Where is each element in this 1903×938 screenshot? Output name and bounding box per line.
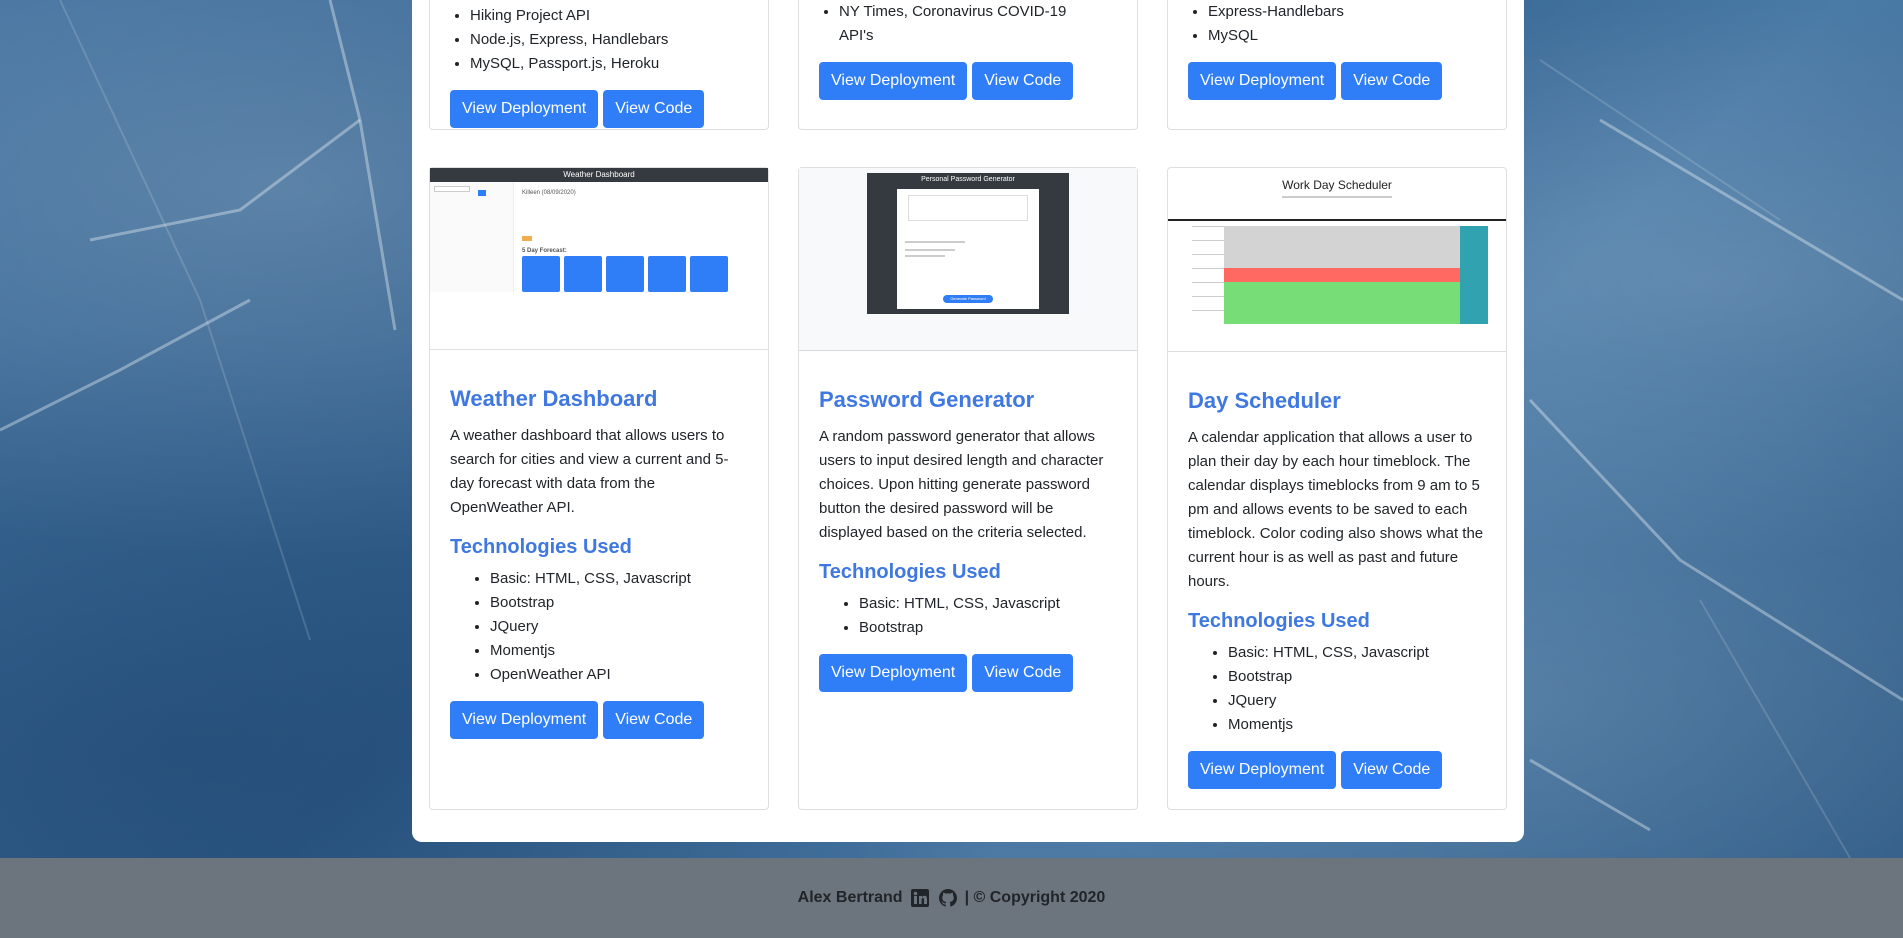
password-thumbnail[interactable]: Personal Password Generator Generate Pas…	[799, 168, 1137, 351]
card-title: Weather Dashboard	[450, 386, 658, 411]
card-title: Day Scheduler	[1188, 388, 1341, 413]
tech-heading: Technologies Used	[450, 536, 632, 558]
project-card-password: Personal Password Generator Generate Pas…	[798, 167, 1138, 810]
thumb-header: Weather Dashboard	[430, 168, 768, 182]
tech-item: Basic: HTML, CSS, Javascript	[1228, 641, 1486, 665]
footer-name: Alex Bertrand	[797, 889, 903, 906]
tech-item: Momentjs	[1228, 713, 1486, 737]
scheduler-thumbnail[interactable]: Work Day Scheduler	[1168, 168, 1506, 352]
tech-item: Node.js, Express, Handlebars	[470, 28, 768, 52]
card-description: A weather dashboard that allows users to…	[450, 427, 729, 516]
view-code-button[interactable]: View Code	[1341, 751, 1443, 789]
weather-thumbnail[interactable]: Weather Dashboard Killeen (08/09/2020) 5…	[430, 168, 768, 350]
thumb-forecast-card	[648, 256, 686, 292]
footer-copyright: | © Copyright 2020	[964, 889, 1106, 906]
tech-item: Bootstrap	[859, 616, 1117, 640]
project-card-top-3: Express-Handlebars MySQL View Deployment…	[1167, 0, 1507, 130]
tech-item: MySQL, Passport.js, Heroku	[470, 52, 768, 76]
view-code-button[interactable]: View Code	[972, 654, 1074, 692]
thumb-sidebar	[430, 182, 514, 292]
thumb-generate-button: Generate Password	[943, 295, 993, 303]
tech-heading: Technologies Used	[819, 561, 1001, 583]
tech-list: Basic: HTML, CSS, Javascript Bootstrap J…	[450, 567, 748, 687]
thumb-window: Personal Password Generator Generate Pas…	[867, 173, 1069, 314]
thumb-forecast: 5 Day Forecast:	[522, 248, 567, 254]
view-deployment-button[interactable]: View Deployment	[1188, 751, 1337, 789]
footer: Alex Bertrand | © Copyright 2020	[0, 858, 1903, 938]
tech-list: NY Times, Coronavirus COVID-19 API's	[799, 0, 1089, 48]
view-code-button[interactable]: View Code	[1341, 62, 1443, 100]
tech-item: Hiking Project API	[470, 4, 768, 28]
project-card-scheduler: Work Day Scheduler Day Scheduler A calen…	[1167, 167, 1507, 810]
tech-heading: Technologies Used	[1188, 610, 1370, 632]
thumb-city: Killeen (08/09/2020)	[522, 190, 576, 196]
tech-list: Basic: HTML, CSS, Javascript Bootstrap J…	[1188, 641, 1486, 737]
projects-panel: Hiking Project API Node.js, Express, Han…	[412, 0, 1524, 842]
tech-item: Bootstrap	[490, 591, 748, 615]
card-title: Password Generator	[819, 387, 1035, 412]
tech-list: Basic: HTML, CSS, Javascript Bootstrap	[819, 592, 1117, 640]
thumb-forecast-card	[690, 256, 728, 292]
github-icon[interactable]	[937, 887, 959, 909]
tech-item: NY Times, Coronavirus COVID-19 API's	[839, 0, 1089, 48]
project-card-weather: Weather Dashboard Killeen (08/09/2020) 5…	[429, 167, 769, 810]
tech-item: OpenWeather API	[490, 663, 748, 687]
tech-item: Bootstrap	[1228, 665, 1486, 689]
view-code-button[interactable]: View Code	[603, 701, 705, 739]
view-code-button[interactable]: View Code	[603, 90, 705, 128]
view-deployment-button[interactable]: View Deployment	[819, 654, 968, 692]
tech-item: Basic: HTML, CSS, Javascript	[490, 567, 748, 591]
card-description: A random password generator that allows …	[819, 428, 1104, 541]
view-deployment-button[interactable]: View Deployment	[819, 62, 968, 100]
thumb-forecast-card	[606, 256, 644, 292]
thumb-forecast-card	[564, 256, 602, 292]
project-card-top-2: NY Times, Coronavirus COVID-19 API's Vie…	[798, 0, 1138, 130]
thumb-header: Personal Password Generator	[921, 176, 1015, 183]
tech-item: JQuery	[1228, 689, 1486, 713]
tech-item: Basic: HTML, CSS, Javascript	[859, 592, 1117, 616]
tech-list: Hiking Project API Node.js, Express, Han…	[430, 4, 768, 76]
thumb-forecast-card	[522, 256, 560, 292]
thumb-header: Work Day Scheduler	[1282, 178, 1392, 192]
tech-item: Momentjs	[490, 639, 748, 663]
linkedin-icon[interactable]	[909, 887, 931, 909]
card-description: A calendar application that allows a use…	[1188, 429, 1484, 590]
view-deployment-button[interactable]: View Deployment	[450, 90, 599, 128]
tech-item: MySQL	[1208, 24, 1506, 48]
thumb-timeblocks	[1192, 226, 1488, 324]
view-deployment-button[interactable]: View Deployment	[450, 701, 599, 739]
tech-item: Express-Handlebars	[1208, 0, 1506, 24]
view-deployment-button[interactable]: View Deployment	[1188, 62, 1337, 100]
view-code-button[interactable]: View Code	[972, 62, 1074, 100]
tech-item: JQuery	[490, 615, 748, 639]
project-card-top-1: Hiking Project API Node.js, Express, Han…	[429, 0, 769, 130]
tech-list: Express-Handlebars MySQL	[1168, 0, 1506, 48]
